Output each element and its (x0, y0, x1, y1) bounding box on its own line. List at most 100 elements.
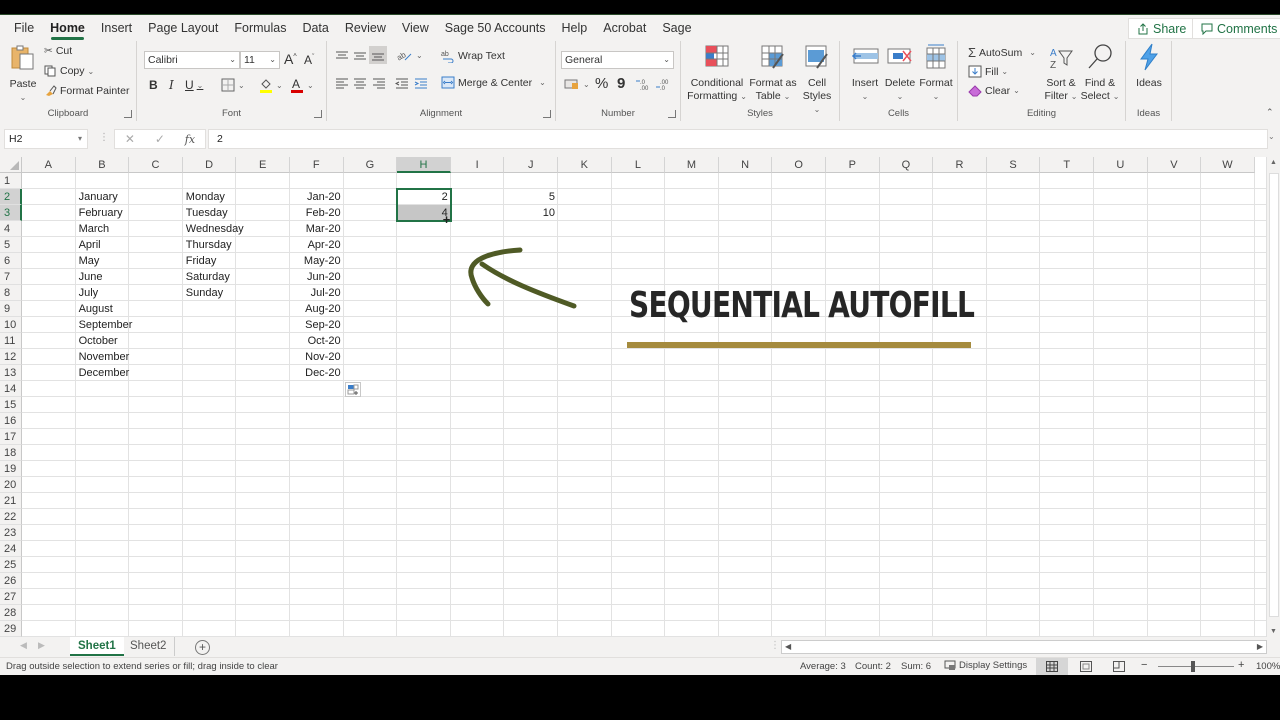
status-sum[interactable]: Sum: 6 (901, 661, 931, 672)
comma-style-button[interactable]: 9 (617, 75, 625, 92)
enter-icon[interactable]: ✓ (155, 132, 165, 146)
cell-f10[interactable]: Sep-20 (290, 317, 344, 333)
cell-b3[interactable]: February (76, 205, 126, 221)
tab-help[interactable]: Help (554, 15, 596, 41)
font-color-button[interactable]: A ⌄ (290, 77, 314, 93)
row-header-20[interactable]: 20 (0, 477, 22, 493)
cell-f4[interactable]: Mar-20 (290, 221, 344, 237)
accounting-format-button[interactable]: ⌄ (564, 78, 590, 90)
add-sheet-button[interactable]: + (195, 640, 210, 655)
column-header-j[interactable]: J (504, 157, 558, 173)
zoom-level[interactable]: 100% (1256, 661, 1280, 672)
column-header-g[interactable]: G (343, 157, 398, 173)
zoom-slider-thumb[interactable] (1191, 661, 1195, 672)
page-layout-view-button[interactable] (1070, 658, 1102, 675)
borders-button[interactable]: ⌄ (221, 78, 245, 92)
underline-button[interactable]: U ⌄ (185, 78, 203, 92)
normal-view-button[interactable] (1036, 658, 1068, 675)
column-header-n[interactable]: N (718, 157, 773, 173)
row-header-4[interactable]: 4 (0, 221, 22, 237)
status-count[interactable]: Count: 2 (855, 661, 891, 672)
row-header-12[interactable]: 12 (0, 349, 22, 365)
orientation-button[interactable]: ab ⌄ (397, 48, 423, 62)
italic-button[interactable]: I (169, 78, 174, 92)
tab-insert[interactable]: Insert (93, 15, 140, 41)
cell-d8[interactable]: Sunday (183, 285, 226, 301)
display-settings-button[interactable]: Display Settings (944, 660, 1027, 671)
column-header-q[interactable]: Q (879, 157, 934, 173)
format-cells-button[interactable]: Format ⌄ (918, 43, 954, 103)
bottom-align-button[interactable] (369, 46, 387, 64)
font-size-select[interactable]: 11 ⌄ (240, 51, 280, 69)
cell-f9[interactable]: Aug-20 (290, 301, 344, 317)
cell-b7[interactable]: June (76, 269, 106, 285)
cancel-icon[interactable]: ✕ (125, 132, 135, 146)
row-header-7[interactable]: 7 (0, 269, 22, 285)
cell-f8[interactable]: Jul-20 (290, 285, 344, 301)
cell-styles-button[interactable]: Cell Styles ⌄ (798, 43, 836, 116)
cell-f2[interactable]: Jan-20 (290, 189, 344, 205)
autosum-button[interactable]: Σ AutoSum ⌄ (968, 45, 1036, 60)
spreadsheet-grid[interactable]: A B C D E F G H I J K L M N O P Q R S T U V W 1 2 3 4 5 6 7 8 9 10 11 12 13… (0, 157, 1266, 637)
sheet-tab-sheet1[interactable]: Sheet1 (70, 637, 124, 656)
fill-handle-cursor-icon[interactable]: + (443, 212, 451, 227)
tab-review[interactable]: Review (337, 15, 394, 41)
column-header-w[interactable]: W (1201, 157, 1255, 173)
column-header-d[interactable]: D (182, 157, 237, 173)
cell-j3[interactable]: 10 (504, 205, 558, 221)
fill-color-button[interactable]: ⌄ (259, 77, 283, 93)
row-header-14[interactable]: 14 (0, 381, 22, 397)
fill-button[interactable]: Fill ⌄ (968, 65, 1008, 78)
scroll-up-icon[interactable]: ▲ (1270, 159, 1277, 166)
column-header-h[interactable]: H (397, 157, 451, 173)
row-header-13[interactable]: 13 (0, 365, 22, 381)
increase-decimal-button[interactable]: .0.00 (636, 78, 650, 90)
sort-filter-button[interactable]: AZ Sort & Filter ⌄ (1043, 43, 1079, 103)
clear-button[interactable]: Clear ⌄ (968, 84, 1020, 97)
row-header-21[interactable]: 21 (0, 493, 22, 509)
collapse-ribbon-button[interactable]: ⌃ (1266, 107, 1274, 118)
previous-sheet-icon[interactable]: ◀ (20, 640, 27, 651)
status-average[interactable]: Average: 3 (800, 661, 846, 672)
zoom-out-button[interactable]: − (1141, 659, 1147, 671)
cell-f3[interactable]: Feb-20 (290, 205, 344, 221)
cell-b13[interactable]: December (76, 365, 133, 381)
scroll-down-icon[interactable]: ▼ (1270, 628, 1277, 635)
scroll-left-icon[interactable]: ◀ (782, 641, 794, 653)
row-header-29[interactable]: 29 (0, 621, 22, 637)
middle-align-button[interactable] (353, 50, 367, 62)
font-family-select[interactable]: Calibri ⌄ (144, 51, 240, 69)
cell-b8[interactable]: July (76, 285, 102, 301)
row-header-28[interactable]: 28 (0, 605, 22, 621)
increase-indent-button[interactable] (414, 77, 428, 89)
row-header-10[interactable]: 10 (0, 317, 22, 333)
cell-b11[interactable]: October (76, 333, 121, 349)
column-header-v[interactable]: V (1147, 157, 1202, 173)
row-header-1[interactable]: 1 (0, 173, 22, 189)
row-header-26[interactable]: 26 (0, 573, 22, 589)
column-header-l[interactable]: L (611, 157, 666, 173)
row-header-6[interactable]: 6 (0, 253, 22, 269)
cell-b9[interactable]: August (76, 301, 116, 317)
format-as-table-button[interactable]: Format as Table ⌄ (748, 43, 798, 103)
row-header-9[interactable]: 9 (0, 301, 22, 317)
number-format-select[interactable]: General ⌄ (561, 51, 674, 69)
cell-d2[interactable]: Monday (183, 189, 228, 205)
decrease-indent-button[interactable] (395, 77, 409, 89)
paste-button[interactable]: Paste ⌄ (6, 44, 40, 104)
column-header-t[interactable]: T (1040, 157, 1094, 173)
alignment-dialog-launcher[interactable] (543, 110, 551, 118)
column-header-u[interactable]: U (1094, 157, 1148, 173)
tab-sage[interactable]: Sage (654, 15, 699, 41)
page-break-preview-button[interactable] (1103, 658, 1135, 675)
percent-style-button[interactable]: % (595, 75, 608, 92)
column-header-p[interactable]: P (826, 157, 880, 173)
next-sheet-icon[interactable]: ▶ (38, 640, 45, 651)
row-header-27[interactable]: 27 (0, 589, 22, 605)
tab-home[interactable]: Home (42, 15, 93, 41)
font-dialog-launcher[interactable] (314, 110, 322, 118)
decrease-decimal-button[interactable]: .00.0 (656, 78, 670, 90)
insert-function-icon[interactable]: fx (185, 133, 195, 146)
row-header-16[interactable]: 16 (0, 413, 22, 429)
row-header-5[interactable]: 5 (0, 237, 22, 253)
